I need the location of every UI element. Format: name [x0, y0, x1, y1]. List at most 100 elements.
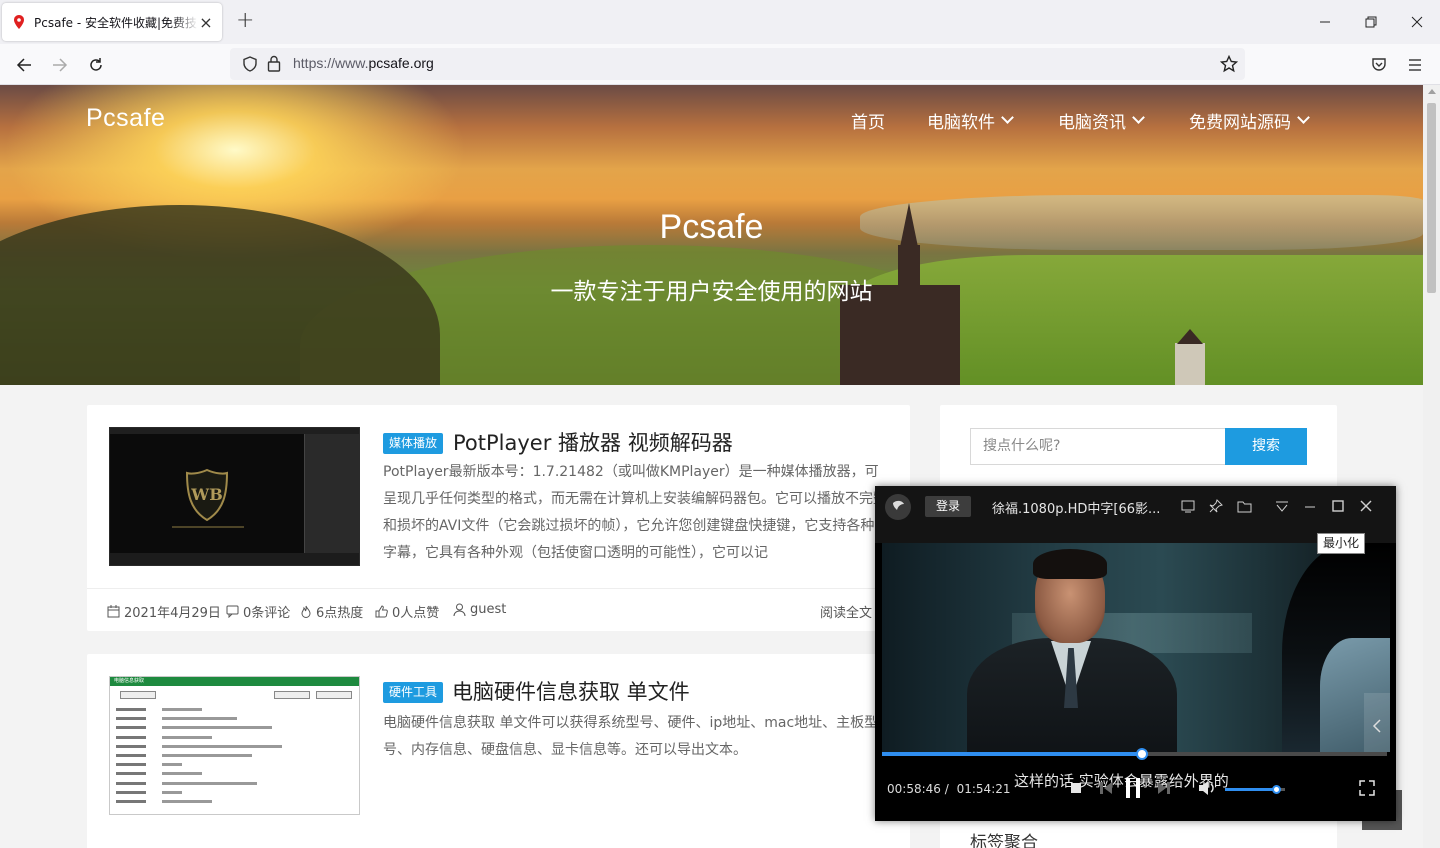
calendar-icon [107, 605, 120, 618]
scroll-up-arrow-icon[interactable] [1428, 89, 1436, 94]
post-card: WB 媒体播放 PotPlayer 播放器 视频解码器 PotPlayer最新版… [87, 405, 910, 631]
player-close-icon[interactable] [1357, 497, 1375, 515]
video-progress-bar[interactable] [882, 748, 1387, 760]
pocket-icon[interactable] [1371, 56, 1387, 76]
browser-tab[interactable]: Pcsafe - 安全软件收藏|免费技术分享 × [2, 3, 222, 41]
thumb-titlebar: 电脑信息获取 [110, 677, 359, 686]
post-meta: 2021年4月29日 0条评论 6点热度 0人点赞 guest 阅读全文 [87, 588, 910, 631]
thumb-info-row [116, 725, 353, 730]
page-scrollbar[interactable] [1423, 85, 1440, 848]
tab-close-button[interactable]: × [198, 13, 214, 32]
mini-screen-icon[interactable] [1179, 497, 1197, 515]
lock-icon[interactable] [267, 55, 281, 76]
thumbs-up-icon [375, 605, 388, 618]
menu-dropdown-icon[interactable] [1273, 497, 1291, 515]
location-pin-icon [12, 15, 26, 29]
post-likes[interactable]: 0人点赞 [375, 602, 439, 621]
fullscreen-icon[interactable] [1357, 777, 1377, 799]
pause-icon[interactable] [1121, 777, 1145, 799]
player-minimize-icon[interactable] [1301, 497, 1319, 515]
video-frame[interactable] [882, 543, 1390, 752]
volume-slider[interactable] [1225, 785, 1285, 794]
thumb-info-row [116, 771, 353, 776]
forward-button[interactable] [47, 52, 73, 78]
back-button[interactable] [11, 52, 37, 78]
flame-icon [301, 605, 311, 618]
post-thumbnail[interactable]: WB [109, 427, 360, 566]
thumb-info-row [116, 753, 353, 758]
post-author[interactable]: guest [453, 602, 506, 617]
minimize-tooltip: 最小化 [1317, 533, 1366, 554]
post-title[interactable]: 电脑硬件信息获取 单文件 [452, 676, 690, 706]
nav-item-software[interactable]: 电脑软件 [927, 108, 1014, 133]
chevron-down-icon [1132, 111, 1145, 124]
chevron-left-icon[interactable] [1364, 693, 1390, 752]
restore-window-button[interactable] [1348, 0, 1394, 44]
chevron-down-icon [1297, 111, 1310, 124]
tags-section-title: 标签聚合 [970, 833, 1038, 848]
post-excerpt: 电脑硬件信息获取 单文件可以获得系统型号、硬件、ip地址、mac地址、主板型号、… [383, 715, 879, 758]
scrollbar-thumb[interactable] [1427, 103, 1436, 293]
post-thumbnail[interactable]: 电脑信息获取 [109, 676, 360, 815]
hero-title: Pcsafe [659, 208, 764, 246]
post-card: 电脑信息获取 硬件工具 电脑硬件信息获取 单文件 电脑硬件信息获取 单文件可以获… [87, 654, 910, 848]
player-logo-icon[interactable] [885, 494, 911, 520]
reload-button[interactable] [83, 52, 109, 78]
read-more-link[interactable]: 阅读全文 [820, 602, 872, 621]
nav-item-home[interactable]: 首页 [851, 108, 885, 133]
player-login-button[interactable]: 登录 [925, 496, 971, 517]
thumb-info-row [116, 790, 353, 795]
post-comments[interactable]: 0条评论 [226, 602, 290, 621]
post-date: 2021年4月29日 [107, 602, 221, 621]
category-badge[interactable]: 媒体播放 [383, 433, 444, 454]
previous-icon[interactable] [1097, 777, 1115, 799]
video-player-window[interactable]: 登录 徐福.1080p.HD中字[66影... 最小化 这样的话 实验体会暴露给… [875, 486, 1396, 821]
volume-knob[interactable] [1272, 785, 1281, 794]
post-heat: 6点热度 [300, 602, 363, 621]
hero-chapel [1175, 329, 1205, 385]
player-maximize-icon[interactable] [1329, 497, 1347, 515]
next-icon[interactable] [1155, 777, 1173, 799]
chevron-down-icon [1001, 111, 1014, 124]
post-excerpt: PotPlayer最新版本号：1.7.21482（或叫做KMPlayer）是一种… [383, 464, 887, 561]
nav-item-news[interactable]: 电脑资讯 [1058, 108, 1145, 133]
svg-text:WB: WB [190, 485, 223, 504]
thumb-info-row [116, 716, 353, 721]
nav-item-source[interactable]: 免费网站源码 [1189, 108, 1310, 133]
address-bar[interactable]: https://www.pcsafe.org [230, 48, 1245, 80]
minimize-window-button[interactable] [1302, 0, 1348, 44]
url-text[interactable]: https://www.pcsafe.org [293, 55, 434, 71]
bookmark-star-icon[interactable] [1219, 54, 1239, 77]
new-tab-button[interactable]: + [236, 10, 254, 32]
player-video-title: 徐福.1080p.HD中字[66影... [992, 502, 1161, 517]
search-input[interactable]: 搜点什么呢? [970, 428, 1226, 465]
browser-tabbar: Pcsafe - 安全软件收藏|免费技术分享 × + [0, 0, 1440, 44]
post-title[interactable]: PotPlayer 播放器 视频解码器 [453, 427, 733, 457]
thumb-info-row [116, 762, 353, 767]
thumb-info-row [116, 799, 353, 804]
shield-icon[interactable] [242, 56, 258, 76]
hero-banner: Pcsafe 首页 电脑软件 电脑资讯 免费网站源码 Pcsafe 一款专注于用… [0, 85, 1423, 385]
thumb-info-row [116, 707, 353, 712]
thumb-caption [172, 526, 244, 528]
video-person [967, 549, 1177, 752]
folder-icon[interactable] [1235, 497, 1253, 515]
thumb-toolbar [116, 691, 353, 699]
progress-knob[interactable] [1136, 748, 1149, 760]
main-nav: 首页 电脑软件 电脑资讯 免费网站源码 [0, 108, 1423, 133]
search-button[interactable]: 搜索 [1225, 428, 1307, 465]
playback-time: 00:58:46 / 01:54:21 [887, 782, 1011, 796]
hero-subtitle: 一款专注于用户安全使用的网站 [550, 279, 873, 305]
thumb-info-row [116, 781, 353, 786]
thumb-controls [110, 553, 359, 565]
stop-icon[interactable] [1067, 777, 1085, 799]
tab-title: Pcsafe - 安全软件收藏|免费技术分享 [34, 15, 198, 30]
wb-logo-icon: WB [185, 468, 229, 522]
menu-hamburger-icon[interactable] [1408, 57, 1422, 76]
pin-icon[interactable] [1207, 497, 1225, 515]
user-icon [453, 603, 466, 616]
category-badge[interactable]: 硬件工具 [383, 682, 444, 703]
comment-icon [226, 605, 239, 618]
volume-icon[interactable] [1197, 777, 1219, 799]
close-window-button[interactable] [1394, 0, 1440, 44]
